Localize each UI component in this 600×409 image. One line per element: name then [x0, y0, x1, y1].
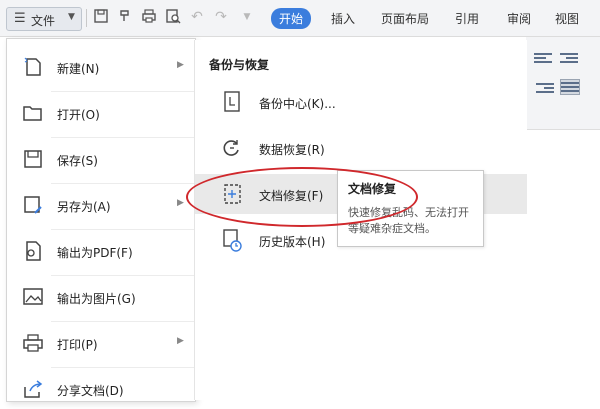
new-document-icon	[21, 55, 45, 79]
menu-divider	[51, 229, 195, 230]
ribbon-paragraph-group	[526, 37, 600, 130]
menu-item-save[interactable]: 保存(S)	[7, 139, 195, 179]
menu-divider	[51, 183, 195, 184]
undo-icon[interactable]: ↶	[188, 8, 206, 26]
backup-center-icon	[221, 90, 243, 114]
save-as-icon	[21, 193, 45, 217]
menu-item-label: 打印(P)	[57, 338, 98, 352]
menu-item-print[interactable]: 打印(P) ▶	[7, 323, 195, 363]
menu-item-label: 分享文档(D)	[57, 384, 124, 398]
menu-divider	[51, 367, 195, 368]
toolbar-divider	[86, 9, 87, 27]
print-preview-icon[interactable]	[164, 8, 182, 26]
save-icon	[21, 147, 45, 171]
menu-item-new[interactable]: 新建(N) ▶	[7, 47, 195, 87]
tab-insert[interactable]: 插入	[331, 10, 355, 27]
menu-divider	[51, 137, 195, 138]
tab-review[interactable]: 审阅	[507, 10, 531, 27]
save-icon[interactable]	[92, 8, 110, 26]
hamburger-icon: ☰	[14, 11, 26, 26]
file-menu: 新建(N) ▶ 打开(O) 保存(S) 另存为(A) ▶ 输出为PDF(F) 输…	[6, 38, 196, 402]
menu-item-label: 输出为PDF(F)	[57, 246, 133, 260]
menu-divider	[51, 91, 195, 92]
share-icon	[21, 377, 45, 401]
printer-icon	[21, 331, 45, 355]
tab-home[interactable]: 开始	[271, 8, 312, 29]
submenu-item-label: 备份中心(K)...	[259, 97, 336, 111]
indent-decrease-icon[interactable]	[534, 51, 552, 65]
menu-item-label: 新建(N)	[57, 62, 100, 76]
align-justify-icon[interactable]	[560, 79, 580, 95]
history-version-icon	[221, 228, 243, 252]
menu-item-label: 保存(S)	[57, 154, 98, 168]
submenu-item-label: 历史版本(H)	[259, 235, 326, 249]
tab-page-layout[interactable]: 页面布局	[381, 10, 429, 27]
file-menu-button[interactable]: ☰ 文件 ▼	[6, 7, 82, 31]
annotation-ellipse	[186, 167, 418, 227]
indent-increase-icon[interactable]	[560, 51, 578, 65]
chevron-right-icon: ▶	[177, 336, 184, 346]
chevron-right-icon: ▶	[177, 60, 184, 70]
data-recovery-icon	[221, 136, 243, 160]
submenu-item-data-recovery[interactable]: 数据恢复(R)	[195, 128, 527, 168]
menu-item-label: 输出为图片(G)	[57, 292, 136, 306]
menu-item-label: 打开(O)	[57, 108, 100, 122]
submenu-title: 备份与恢复	[209, 58, 270, 72]
export-pdf-icon	[21, 239, 45, 263]
menu-divider	[51, 275, 195, 276]
export-image-icon	[21, 285, 45, 309]
align-right-icon[interactable]	[536, 81, 554, 95]
chevron-right-icon: ▶	[177, 198, 184, 208]
menu-item-label: 另存为(A)	[57, 200, 111, 214]
chevron-down-icon[interactable]: ▼	[238, 8, 256, 26]
top-toolbar: ☰ 文件 ▼ ↶ ↷ ▼ 开始 插入 页面布局 引用 审阅 视图	[0, 0, 600, 37]
submenu-item-backup-center[interactable]: 备份中心(K)...	[195, 82, 527, 122]
tab-view[interactable]: 视图	[555, 10, 579, 27]
file-menu-label: 文件	[31, 14, 56, 28]
tab-references[interactable]: 引用	[455, 10, 479, 27]
chevron-down-icon: ▼	[68, 12, 75, 22]
redo-icon[interactable]: ↷	[212, 8, 230, 26]
menu-divider	[51, 321, 195, 322]
menu-item-save-as[interactable]: 另存为(A) ▶	[7, 185, 195, 225]
print-icon[interactable]	[140, 8, 158, 26]
menu-item-share[interactable]: 分享文档(D)	[7, 369, 195, 409]
menu-item-export-pdf[interactable]: 输出为PDF(F)	[7, 231, 195, 271]
format-painter-icon[interactable]	[116, 8, 134, 26]
menu-item-open[interactable]: 打开(O)	[7, 93, 195, 133]
folder-open-icon	[21, 101, 45, 125]
menu-item-export-image[interactable]: 输出为图片(G)	[7, 277, 195, 317]
submenu-item-label: 数据恢复(R)	[259, 143, 325, 157]
